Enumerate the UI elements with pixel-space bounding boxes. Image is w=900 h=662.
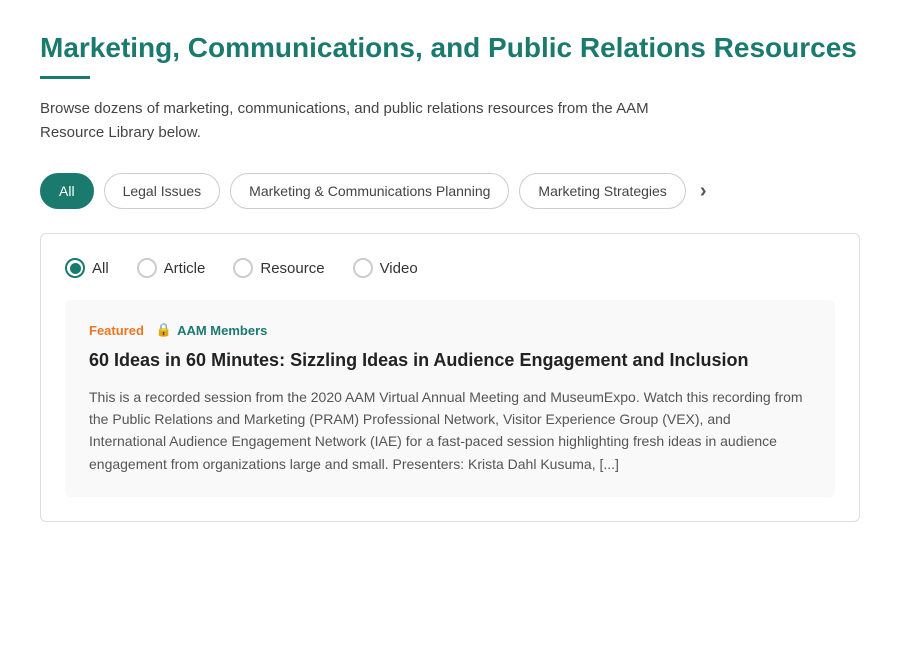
radio-video-label: Video: [380, 260, 418, 277]
card-body: This is a recorded session from the 2020…: [89, 386, 811, 476]
page-title: Marketing, Communications, and Public Re…: [40, 30, 860, 66]
radio-all-indicator: [65, 258, 85, 278]
members-tag-label: AAM Members: [177, 323, 267, 338]
filter-tab-marketing-strat[interactable]: Marketing Strategies: [519, 173, 685, 209]
radio-all-label: All: [92, 260, 109, 277]
title-underline: [40, 76, 90, 79]
results-container: All Article Resource Video Featured 🔒 AA…: [40, 233, 860, 522]
filter-tab-all[interactable]: All: [40, 173, 94, 209]
filter-tab-marketing-comm[interactable]: Marketing & Communications Planning: [230, 173, 509, 209]
card-tags: Featured 🔒 AAM Members: [89, 322, 811, 338]
radio-resource[interactable]: Resource: [233, 258, 324, 278]
filter-tab-legal[interactable]: Legal Issues: [104, 173, 221, 209]
radio-video[interactable]: Video: [353, 258, 418, 278]
lock-icon: 🔒: [156, 322, 172, 338]
filter-tabs: All Legal Issues Marketing & Communicati…: [40, 173, 860, 209]
filter-next-chevron[interactable]: ›: [700, 180, 707, 203]
page-description: Browse dozens of marketing, communicatio…: [40, 97, 660, 145]
card-title[interactable]: 60 Ideas in 60 Minutes: Sizzling Ideas i…: [89, 348, 811, 373]
featured-tag: Featured: [89, 323, 144, 338]
resource-card: Featured 🔒 AAM Members 60 Ideas in 60 Mi…: [65, 300, 835, 497]
members-tag: 🔒 AAM Members: [156, 322, 267, 338]
radio-resource-label: Resource: [260, 260, 324, 277]
radio-article-label: Article: [164, 260, 206, 277]
radio-all[interactable]: All: [65, 258, 109, 278]
radio-article-indicator: [137, 258, 157, 278]
radio-group: All Article Resource Video: [65, 258, 835, 278]
radio-video-indicator: [353, 258, 373, 278]
radio-article[interactable]: Article: [137, 258, 206, 278]
radio-resource-indicator: [233, 258, 253, 278]
radio-all-inner: [70, 263, 81, 274]
